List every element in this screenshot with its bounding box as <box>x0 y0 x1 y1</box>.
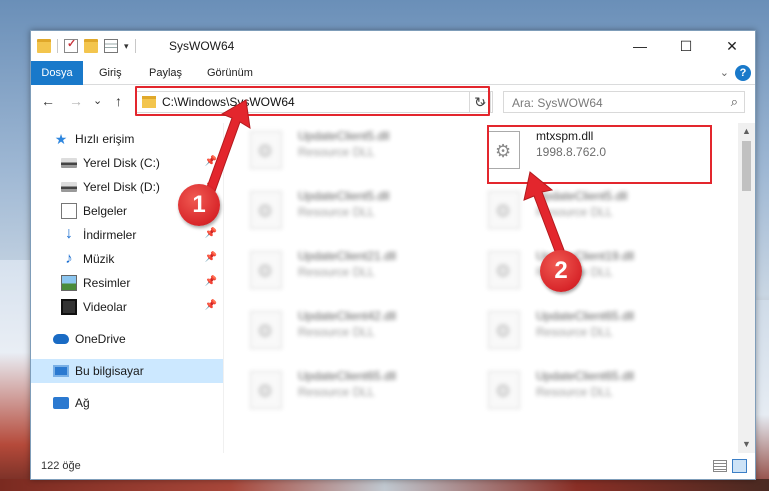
arrow-1 <box>205 99 251 195</box>
arrow-2 <box>523 171 565 255</box>
step-badge-1: 1 <box>178 184 220 226</box>
step-badge-2: 2 <box>540 250 582 292</box>
annotation-arrows <box>205 99 565 255</box>
